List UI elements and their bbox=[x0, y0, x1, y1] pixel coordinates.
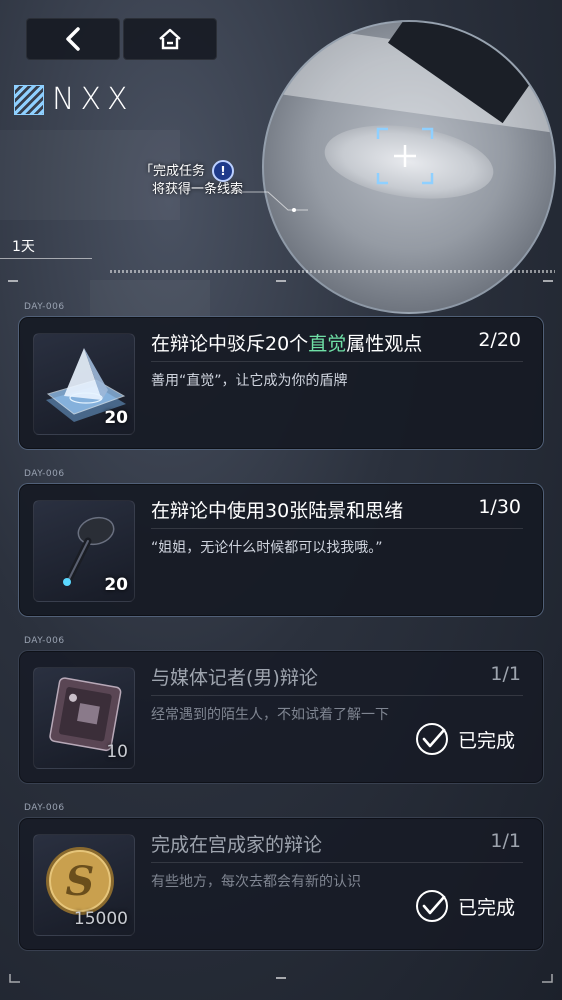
divider bbox=[151, 361, 523, 362]
crosshair-icon bbox=[376, 127, 434, 185]
logo-mark-icon bbox=[14, 84, 44, 115]
corner-tick bbox=[8, 280, 18, 282]
mission-progress: 1/1 bbox=[490, 830, 521, 852]
day-counter: 1天 bbox=[12, 239, 35, 255]
mission-title: 与媒体记者(男)辩论 bbox=[151, 663, 318, 690]
mission-day-tag: DAY-006 bbox=[24, 803, 65, 813]
mission-title-text: 在辩论中驳斥20个 bbox=[151, 333, 309, 355]
mission-title-text: 在辩论中使用30张陆景和思绪 bbox=[151, 500, 404, 522]
divider bbox=[151, 528, 523, 529]
hint-line-2: 将获得一条线索 bbox=[152, 182, 244, 197]
reward-thumbnail: 10 bbox=[33, 667, 135, 769]
bottom-frame-ticks bbox=[9, 974, 553, 983]
reward-thumbnail: 20 bbox=[33, 333, 135, 435]
home-button[interactable] bbox=[123, 18, 217, 60]
mission-card[interactable]: 20 在辩论中驳斥20个直觉属性观点 2/20 善用“直觉”，让它成为你的盾牌 bbox=[18, 316, 544, 450]
mission-description: 善用“直觉”，让它成为你的盾牌 bbox=[151, 373, 348, 389]
mission-day-tag: DAY-006 bbox=[24, 302, 65, 312]
back-button[interactable] bbox=[26, 18, 120, 60]
mission-title-text: 与媒体记者(男)辩论 bbox=[151, 667, 318, 689]
status-label: 已完成 bbox=[457, 729, 515, 752]
reward-count: 20 bbox=[104, 575, 128, 595]
mission-title-text: 完成在宫成家的辩论 bbox=[151, 834, 323, 856]
mission-card-completed[interactable]: S 15000 完成在宫成家的辩论 1/1 有些地方，每次去都会有新的认识 已完… bbox=[18, 817, 544, 951]
reward-thumbnail: 20 bbox=[33, 500, 135, 602]
reward-thumbnail: S 15000 bbox=[33, 834, 135, 936]
mission-title-highlight: 直觉 bbox=[308, 333, 347, 355]
corner-tick bbox=[276, 280, 286, 282]
chevron-left-icon bbox=[66, 27, 80, 51]
mission-title: 在辩论中驳斥20个直觉属性观点 bbox=[151, 329, 422, 356]
progress-rule bbox=[110, 270, 555, 273]
mission-day-tag: DAY-006 bbox=[24, 469, 65, 479]
mission-card[interactable]: 20 在辩论中使用30张陆景和思绪 1/30 “姐姐，无论什么时候都可以找我哦。… bbox=[18, 483, 544, 617]
divider bbox=[151, 862, 523, 863]
mission-card-completed[interactable]: 10 与媒体记者(男)辩论 1/1 经常遇到的陌生人，不如试着了解一下 已完成 bbox=[18, 650, 544, 784]
check-circle-icon bbox=[415, 890, 448, 922]
mission-day-tag: DAY-006 bbox=[24, 636, 65, 646]
logo-text: NXX bbox=[52, 82, 134, 117]
mission-title-text: 属性观点 bbox=[346, 333, 423, 355]
mission-description: 有些地方，每次去都会有新的认识 bbox=[151, 874, 361, 890]
completed-status: 已完成 bbox=[414, 721, 515, 757]
mission-description: “姐姐，无论什么时候都可以找我哦。” bbox=[151, 540, 383, 556]
divider bbox=[0, 258, 92, 259]
mission-title: 在辩论中使用30张陆景和思绪 bbox=[151, 496, 403, 523]
home-icon bbox=[159, 28, 181, 50]
mission-title: 完成在宫成家的辩论 bbox=[151, 830, 322, 857]
mission-progress: 1/1 bbox=[490, 663, 521, 685]
corner-tick bbox=[543, 280, 553, 282]
completed-status: 已完成 bbox=[414, 888, 515, 924]
mission-progress: 2/20 bbox=[478, 329, 521, 351]
check-circle-icon bbox=[415, 723, 448, 755]
mission-description: 经常遇到的陌生人，不如试着了解一下 bbox=[151, 707, 389, 723]
alert-icon: ! bbox=[212, 160, 234, 182]
svg-text:S: S bbox=[66, 858, 95, 905]
reward-count: 15000 bbox=[73, 909, 128, 929]
reward-count: 20 bbox=[104, 408, 128, 428]
reward-count: 10 bbox=[106, 742, 128, 762]
brand-logo: NXX bbox=[14, 82, 134, 117]
divider bbox=[151, 695, 523, 696]
mission-progress: 1/30 bbox=[478, 496, 521, 518]
status-label: 已完成 bbox=[457, 896, 515, 919]
